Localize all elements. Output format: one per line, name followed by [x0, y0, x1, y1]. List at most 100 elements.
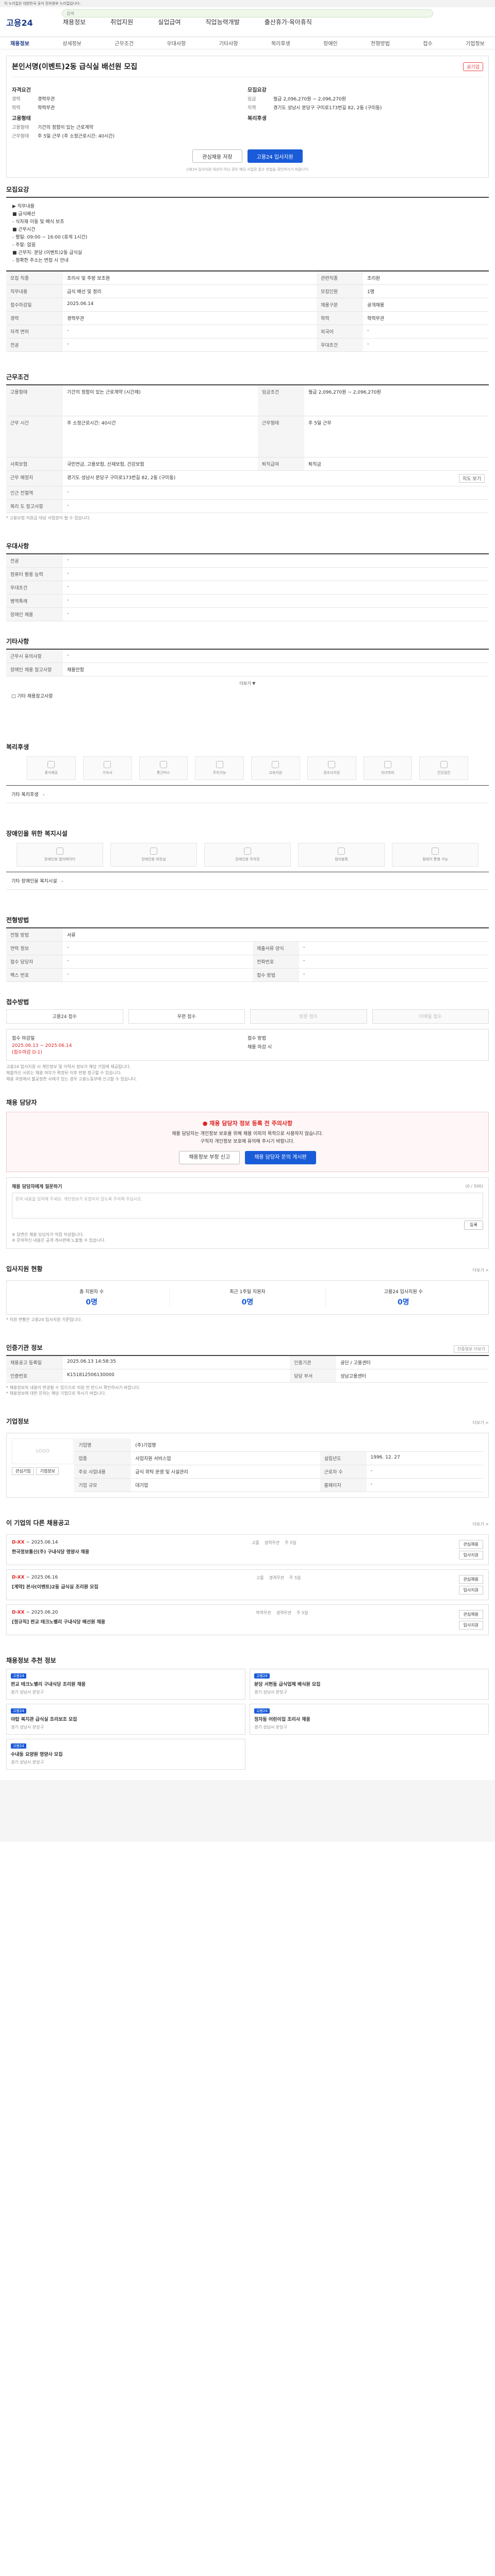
tab-detail[interactable]: 상세정보 [62, 39, 81, 47]
apply-button[interactable]: 입사지원 [458, 1585, 483, 1595]
td: - [363, 338, 489, 352]
company-type-badge: 공기업 [463, 62, 483, 71]
etc-table: 근무시 유의사항 - 장애인 채용 참고사항 채용안함 [6, 648, 489, 676]
stats-box: 총 지원자 수 0명 최근 1주일 지원자 0명 고용24 입사지원 수 0명 [6, 1280, 489, 1315]
health-icon [440, 760, 448, 768]
site-logo[interactable]: 고용24 [6, 16, 42, 28]
job-card[interactable]: D-XX ~ 2025.06.14 한국정보통신(주) 구내식당 영양사 채용 … [6, 1534, 489, 1565]
job-card-title[interactable]: 한국정보통신(주) 구내식당 영양사 채용 [12, 1548, 89, 1555]
job-card-title[interactable]: [계약] 본사(이벤트)2동 급식실 조리원 모집 [12, 1583, 98, 1590]
stats-more-link[interactable]: 더보기 > [473, 1267, 489, 1273]
save-button[interactable]: 관심채용 [458, 1609, 483, 1619]
recommend-title[interactable]: 분당 서현동 급식업체 배식원 모집 [254, 1681, 484, 1687]
nav-item[interactable]: 직업능력개발 [206, 18, 240, 26]
section-detail: 모집요강 ▶ 직무내용 ■ 급식배선 - 식자재 이동 및 배식 보조 ■ 근무… [6, 185, 489, 352]
nav-item[interactable]: 실업급여 [158, 18, 180, 26]
facility-item: 장애인용 화장실 [110, 842, 197, 867]
value: 0명 [86, 1298, 97, 1307]
recommend-title[interactable]: 정자동 어린이집 조리사 채용 [254, 1716, 484, 1722]
method-post[interactable]: 우편 접수 [128, 1009, 245, 1024]
method-online[interactable]: 고용24 접수 [6, 1009, 123, 1024]
welfare-item: 주차가능 [195, 756, 244, 780]
facility-item: 점자블록 [298, 842, 385, 867]
employment-heading: 고용형태 [12, 116, 31, 122]
recommend-title[interactable]: 수내동 요양원 영양사 모집 [11, 1751, 241, 1757]
deadline: ~ 2025.06.16 [26, 1574, 58, 1580]
company-info-button[interactable]: 기업정보 [36, 1467, 59, 1475]
th: 홈페이지 [320, 1478, 367, 1492]
section-work: 근무조건 고용형태 기간의 정함이 있는 근로계약 (시간제) 임금조건 월급 2,0… [6, 372, 489, 521]
tab-welfare[interactable]: 복리후생 [271, 39, 290, 47]
tab-pref[interactable]: 우대사항 [167, 39, 186, 47]
tab-apply[interactable]: 접수 [423, 39, 432, 47]
table-row: 기업명 (주)기업명 [74, 1438, 483, 1452]
bus-icon [159, 760, 167, 768]
fav-company-button[interactable]: 관심기업 [12, 1467, 35, 1475]
search-input[interactable]: 검색 [62, 9, 433, 18]
th: 인증번호 [6, 1369, 63, 1383]
etc-more-button[interactable]: 더보기 ▼ [6, 681, 489, 686]
save-button[interactable]: 관심채용 [458, 1539, 483, 1549]
map-button[interactable]: 지도 보기 [459, 473, 485, 483]
stat-item: 최근 1주일 지원자 0명 [170, 1287, 326, 1307]
job-card[interactable]: D-XX ~ 2025.06.16 [계약] 본사(이벤트)2동 급식실 조리원… [6, 1569, 489, 1600]
tab-select[interactable]: 전형방법 [371, 39, 390, 47]
table-row: 업종 사업지원 서비스업 설립년도 1996. 12. 27 [74, 1451, 483, 1465]
recommend-card[interactable]: 고용24 정자동 어린이집 조리사 채용 경기 성남시 분당구 [250, 1703, 489, 1735]
recommend-title[interactable]: 야탑 복지관 급식실 조리보조 모집 [11, 1716, 241, 1722]
table-row: 모집 직종 조리사 및 주방 보조원 관련직종 조리원 [6, 271, 489, 285]
label: 경조사지원 [323, 770, 340, 775]
nav-item[interactable]: 출산휴가·육아휴직 [265, 18, 312, 26]
th: 근무 예정지 [6, 470, 63, 486]
qa-submit-button[interactable]: 등록 [464, 1220, 483, 1230]
qa-textarea[interactable]: 문의 내용을 입력해 주세요. 개인정보가 포함되지 않도록 주의해 주십시오. [12, 1192, 483, 1218]
section-title: 우대사항 [6, 542, 29, 550]
td: 퇴직금 [304, 457, 489, 471]
section-similar: 이 기업의 다른 채용공고 더보기 > D-XX ~ 2025.06.14 한국… [6, 1518, 489, 1635]
company-more-link[interactable]: 더보기 > [473, 1420, 489, 1426]
td: 성남고용센터 [336, 1369, 489, 1383]
td: 채용안함 [63, 663, 489, 676]
recommend-title[interactable]: 판교 테크노밸리 구내식당 조리원 채용 [11, 1681, 241, 1687]
apply-button[interactable]: 고용24 입사지원 [247, 149, 303, 163]
tab-etc[interactable]: 기타사항 [219, 39, 238, 47]
label: 근무형태 [12, 134, 29, 139]
td: 경기도 성남시 분당구 구미로173번길 82, 2동 (구미동) [67, 475, 176, 481]
tab-company[interactable]: 기업정보 [466, 39, 485, 47]
td: (주)기업명 [131, 1438, 483, 1452]
th: 연락 정보 [6, 941, 63, 955]
qa-note: ※ 문의하신 내용은 공개 게시판에 노출될 수 있습니다. [12, 1238, 106, 1243]
td: - [63, 607, 489, 621]
tab-recruit[interactable]: 채용정보 [10, 39, 29, 47]
nav-item[interactable]: 채용정보 [63, 18, 86, 26]
qna-button[interactable]: 채용 담당자 문의 게시판 [245, 1150, 316, 1164]
apply-button[interactable]: 입사지원 [458, 1620, 483, 1630]
tab-disabled[interactable]: 장애인 [323, 39, 338, 47]
recommend-card[interactable]: 고용24 야탑 복지관 급식실 조리보조 모집 경기 성남시 분당구 [6, 1703, 245, 1735]
table-row: 컴퓨터 활용 능력 - [6, 567, 489, 581]
job-card-title[interactable]: [정규직] 판교 테크노밸리 구내식당 배선원 채용 [12, 1618, 105, 1625]
tag: 학력무관 [256, 1610, 271, 1615]
recommend-card[interactable]: 고용24 분당 서현동 급식업체 배식원 모집 경기 성남시 분당구 [250, 1668, 489, 1700]
nav-item[interactable]: 취업지원 [110, 18, 133, 26]
apply-button[interactable]: 입사지원 [458, 1550, 483, 1560]
recommend-card[interactable]: 고용24 수내동 요양원 영양사 모집 경기 성남시 분당구 [6, 1738, 245, 1770]
save-job-button[interactable]: 관심채용 저장 [192, 149, 242, 163]
report-button[interactable]: 채용정보 부정 신고 [179, 1150, 240, 1164]
label: 총 지원자 수 [79, 1289, 104, 1295]
table-row: 병역특례 - [6, 594, 489, 608]
tab-work[interactable]: 근무조건 [114, 39, 134, 47]
th: 모집 직종 [6, 271, 63, 285]
th: 주요 사업내용 [74, 1465, 131, 1479]
job-card[interactable]: D-XX ~ 2025.06.20 [정규직] 판교 테크노밸리 구내식당 배선… [6, 1604, 489, 1635]
recommend-card[interactable]: 고용24 판교 테크노밸리 구내식당 조리원 채용 경기 성남시 분당구 [6, 1668, 245, 1700]
detail-table: 모집 직종 조리사 및 주방 보조원 관련직종 조리원 직무내용 급식 배선 및 정리 모… [6, 270, 489, 352]
deadline: ~ 2025.06.20 [26, 1609, 58, 1615]
manage-more-button[interactable]: 인증정보 더보기 [453, 1345, 489, 1353]
table-row: 인근 전철역 - [6, 486, 489, 500]
table-row: 근무 시간 주 소정근로시간: 40시간 근무형태 주 5일 근무 [6, 416, 489, 457]
save-button[interactable]: 관심채용 [458, 1574, 483, 1584]
similar-more-link[interactable]: 더보기 > [473, 1521, 489, 1527]
desc-line: ■ 근무지: 분당 (이벤트)2동 급식실 [12, 250, 82, 256]
table-row: 접수마감일 2025.06.14 채용구분 공개채용 [6, 298, 489, 312]
